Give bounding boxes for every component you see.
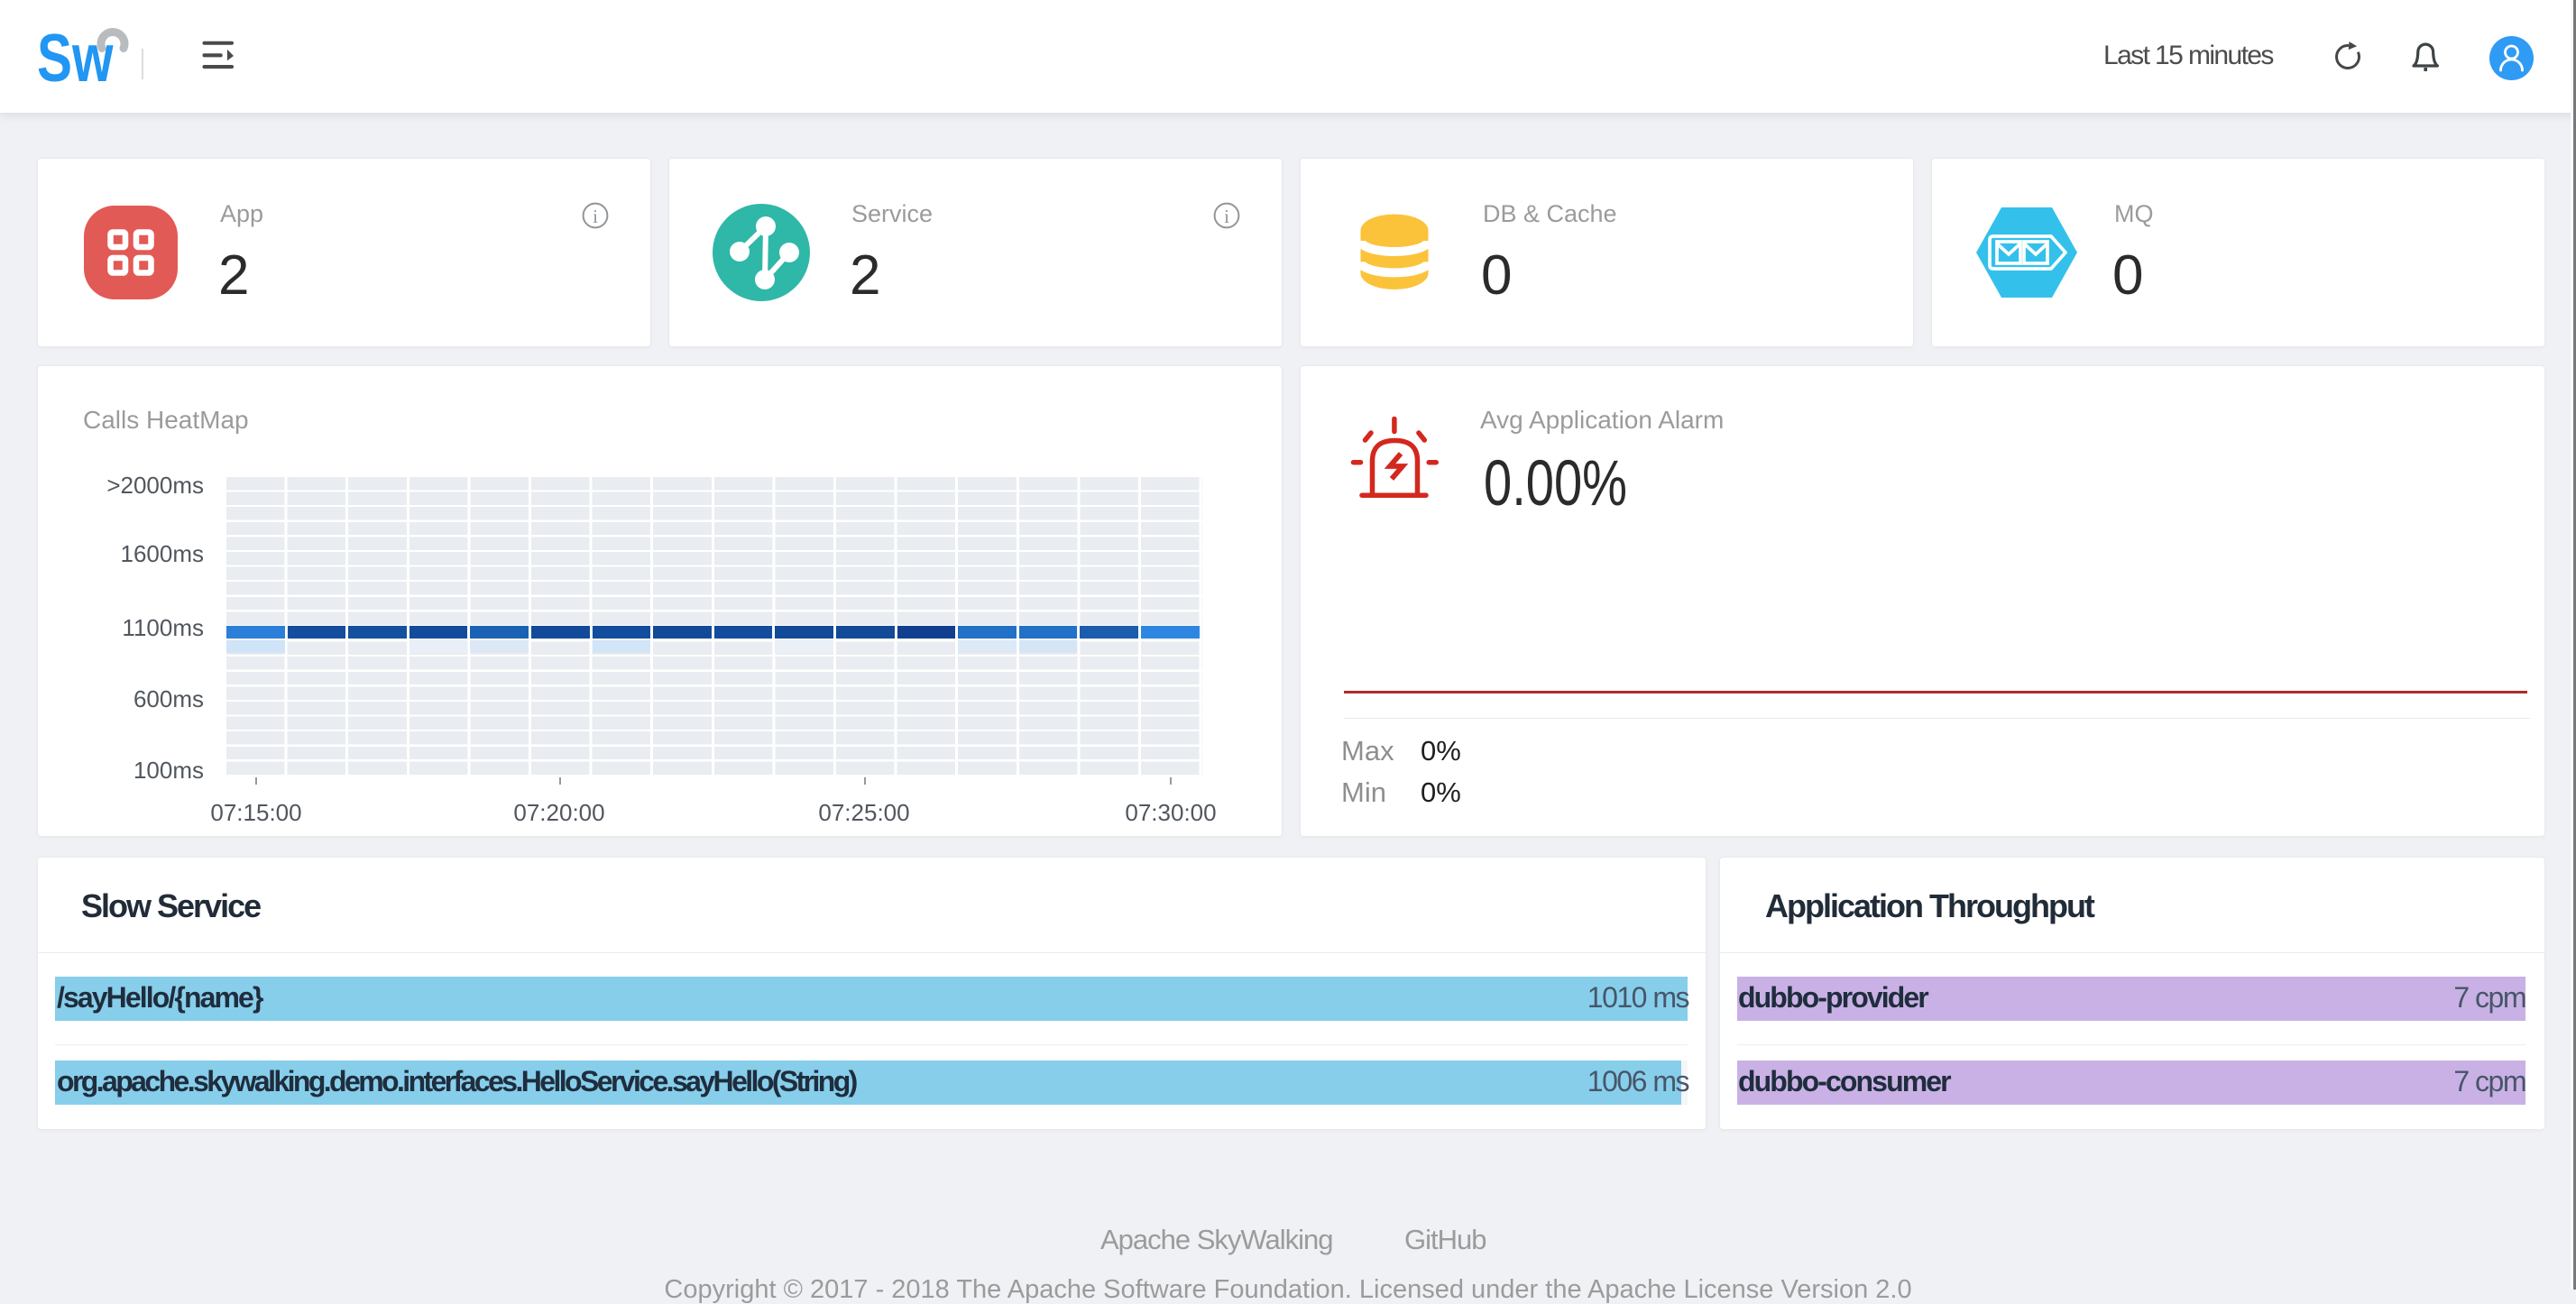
svg-text:Sw: Sw <box>37 21 114 96</box>
svg-text:i: i <box>1224 206 1229 227</box>
svg-text:i: i <box>593 206 598 227</box>
